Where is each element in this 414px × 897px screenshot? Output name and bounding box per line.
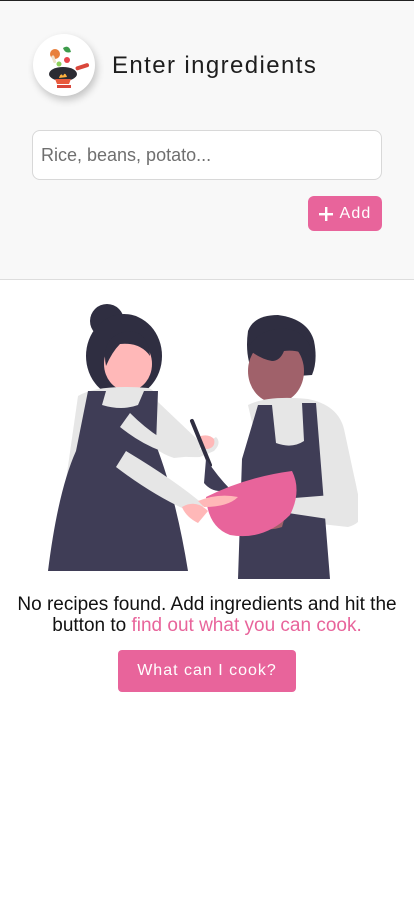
page-title: Enter ingredients: [112, 52, 318, 79]
ingredients-input[interactable]: [32, 130, 382, 180]
add-ingredient-button[interactable]: Add: [308, 196, 382, 231]
add-button-label: Add: [339, 204, 372, 222]
empty-state-message: No recipes found. Add ingredients and hi…: [10, 594, 404, 636]
what-can-i-cook-button[interactable]: What can I cook?: [118, 650, 296, 692]
logo: [33, 34, 95, 96]
empty-state-accent-text: find out what you can cook.: [131, 615, 362, 636]
ingredients-panel: Enter ingredients Add: [0, 1, 414, 280]
plus-icon: [319, 206, 334, 221]
cooking-pan-icon: [49, 46, 90, 88]
two-people-cooking-illustration: [48, 304, 358, 579]
